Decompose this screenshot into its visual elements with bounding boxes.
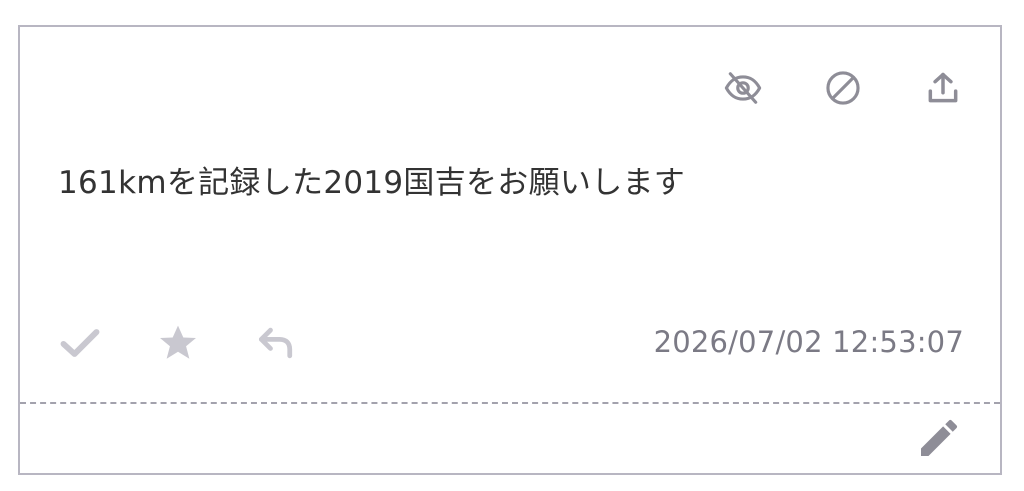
eye-off-icon xyxy=(724,72,762,104)
reply-icon xyxy=(258,327,293,359)
share-upload-icon xyxy=(928,72,958,103)
post-top-toolbar xyxy=(664,67,964,109)
post-timestamp: 2026/07/02 12:53:07 xyxy=(653,325,964,359)
card-divider xyxy=(20,402,1000,404)
pencil-icon xyxy=(921,419,958,456)
block-button[interactable] xyxy=(822,67,864,109)
check-icon xyxy=(60,329,100,357)
post-message: 161kmを記録した2019国吉をお願いします xyxy=(58,165,686,201)
post-actions xyxy=(56,322,350,364)
star-icon xyxy=(160,325,196,359)
reply-button[interactable] xyxy=(252,322,300,364)
share-button[interactable] xyxy=(922,67,964,109)
post-card: 161kmを記録した2019国吉をお願いします 2026/07/02 12:53… xyxy=(18,25,1002,475)
block-icon xyxy=(826,71,860,105)
edit-button[interactable] xyxy=(914,413,964,463)
check-button[interactable] xyxy=(56,322,104,364)
star-button[interactable] xyxy=(154,322,202,364)
hide-button[interactable] xyxy=(722,67,764,109)
